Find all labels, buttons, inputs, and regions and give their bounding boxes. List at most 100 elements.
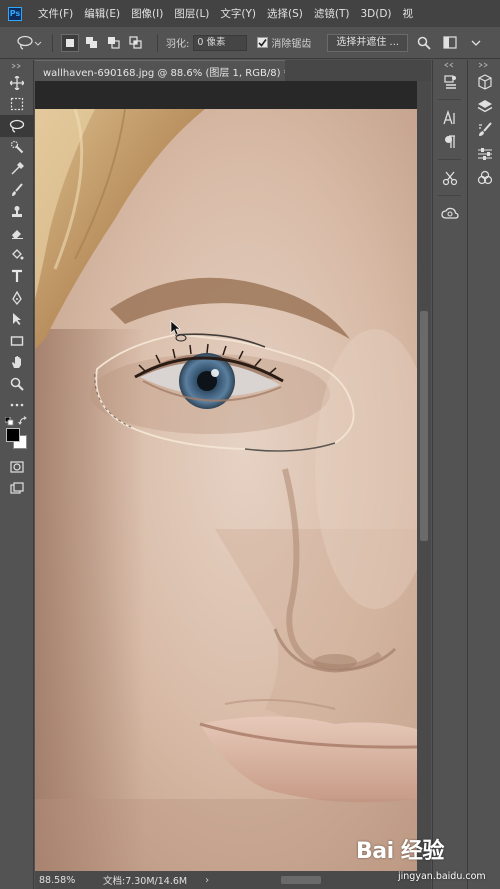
history-panel-button[interactable] — [433, 70, 466, 94]
lasso-icon — [17, 35, 42, 50]
layers-panel-button[interactable] — [468, 94, 500, 118]
brush-tool[interactable] — [0, 180, 34, 202]
brush-icon — [12, 183, 23, 197]
watermark-brand: Bai 经验 — [356, 839, 444, 864]
intersect-selection-icon — [129, 35, 142, 49]
new-selection-button[interactable] — [61, 33, 79, 52]
menu-layer[interactable]: 图层(L) — [174, 6, 209, 21]
tool-preset-picker[interactable] — [14, 32, 44, 54]
paragraph-panel-button[interactable] — [433, 130, 466, 154]
menu-type[interactable]: 文字(Y) — [220, 6, 256, 21]
character-icon — [442, 110, 455, 125]
screen-mode-button[interactable] — [0, 478, 34, 500]
eraser-tool[interactable] — [0, 223, 34, 245]
eraser-icon — [12, 230, 23, 240]
zoom-level[interactable]: 88.58% — [35, 875, 89, 886]
canvas-area[interactable] — [35, 81, 417, 871]
collapse-arrows-icon — [443, 62, 453, 68]
menu-filter[interactable]: 滤镜(T) — [314, 6, 350, 21]
eyedropper-icon — [11, 161, 24, 175]
quick-mask-icon — [10, 461, 24, 473]
tool-presets-button[interactable] — [433, 166, 466, 190]
path-select-tool[interactable] — [0, 309, 34, 331]
feather-label: 羽化: — [166, 39, 190, 50]
photo-canvas[interactable] — [35, 109, 417, 871]
adjustments-panel-button[interactable] — [468, 142, 500, 166]
search-icon — [417, 36, 431, 50]
document-tab[interactable]: wallhaven-690168.jpg @ 88.6% (图层 1, RGB/… — [35, 60, 303, 81]
document-size-info: 文档:7.30M/14.6M — [103, 876, 188, 887]
menu-file[interactable]: 文件(F) — [38, 6, 73, 21]
pen-icon — [12, 290, 22, 305]
ellipsis-icon — [10, 403, 24, 407]
feather-input[interactable]: 0 像素 — [193, 34, 248, 51]
scrollbar-thumb[interactable] — [420, 311, 428, 541]
select-and-mask-button[interactable]: 选择并遮住 ... — [327, 33, 409, 52]
panel-collapse-grip[interactable] — [0, 60, 33, 72]
channels-panel-button[interactable] — [468, 166, 500, 190]
panel-dock-left — [432, 60, 466, 889]
antialias-label: 消除锯齿 — [271, 39, 312, 50]
channels-icon — [477, 170, 492, 185]
options-bar: 羽化: 0 像素 消除锯齿 选择并遮住 ... — [0, 27, 500, 59]
panel-dock-right — [467, 60, 500, 889]
bucket-icon — [12, 248, 24, 260]
pasteboard — [35, 81, 417, 109]
divider — [438, 190, 461, 196]
scissors-icon — [442, 171, 457, 186]
quick-mask-button[interactable] — [0, 456, 34, 478]
type-tool[interactable] — [0, 266, 34, 288]
divider — [157, 33, 158, 52]
tab-bar-empty — [285, 60, 431, 81]
eyedropper-tool[interactable] — [0, 158, 34, 180]
checkmark-icon — [258, 39, 268, 47]
brush-settings-icon — [478, 122, 492, 136]
horizontal-scrollbar-thumb[interactable] — [281, 876, 322, 884]
3d-panel-button[interactable] — [468, 70, 500, 94]
collapse-arrows-icon — [11, 63, 21, 69]
default-colors-icon[interactable] — [5, 417, 14, 426]
document-title: wallhaven-690168.jpg @ 88.6% (图层 1, RGB/… — [43, 67, 289, 79]
hand-tool[interactable] — [0, 352, 34, 374]
menu-image[interactable]: 图像(I) — [131, 6, 163, 21]
lasso-tool[interactable] — [0, 115, 34, 137]
character-panel-button[interactable] — [433, 106, 466, 130]
paragraph-icon — [444, 135, 455, 148]
intersect-selection-button[interactable] — [127, 34, 145, 52]
menu-edit[interactable]: 编辑(E) — [84, 6, 120, 21]
menu-3d[interactable]: 3D(D) — [360, 8, 391, 20]
quick-select-icon — [10, 141, 24, 154]
menu-view[interactable]: 视 — [403, 6, 414, 21]
stamp-tool[interactable] — [0, 201, 34, 223]
foreground-color[interactable] — [6, 428, 20, 442]
type-icon — [12, 270, 22, 283]
photoshop-logo: Ps — [8, 6, 22, 21]
search-button[interactable] — [414, 33, 434, 53]
paint-bucket-tool[interactable] — [0, 244, 34, 266]
subtract-selection-icon — [108, 36, 120, 49]
swap-colors-icon[interactable] — [18, 416, 28, 426]
subtract-selection-button[interactable] — [105, 34, 123, 52]
add-selection-button[interactable] — [83, 34, 101, 52]
new-selection-icon — [66, 38, 74, 47]
menu-select[interactable]: 选择(S) — [267, 6, 303, 21]
zoom-tool[interactable] — [0, 373, 34, 395]
panel-collapse-grip[interactable] — [433, 60, 466, 70]
libraries-panel-button[interactable] — [433, 202, 466, 226]
quick-select-tool[interactable] — [0, 137, 34, 159]
baidu-jingyan-watermark: Bai 经验 jingyan.baidu.com — [356, 833, 496, 889]
status-menu-arrow[interactable]: › — [205, 875, 209, 886]
workspace-button[interactable] — [440, 33, 460, 53]
more-tools[interactable] — [0, 395, 34, 417]
panel-collapse-grip[interactable] — [468, 60, 500, 70]
share-button[interactable] — [466, 33, 486, 53]
pen-tool[interactable] — [0, 287, 34, 309]
vertical-scrollbar[interactable] — [417, 81, 431, 871]
brush-settings-button[interactable] — [468, 118, 500, 142]
antialias-checkbox[interactable] — [257, 37, 269, 48]
sliders-icon — [477, 148, 492, 160]
marquee-tool[interactable] — [0, 94, 34, 116]
workspace-icon — [443, 35, 457, 49]
shape-tool[interactable] — [0, 330, 34, 352]
move-tool[interactable] — [0, 72, 34, 94]
